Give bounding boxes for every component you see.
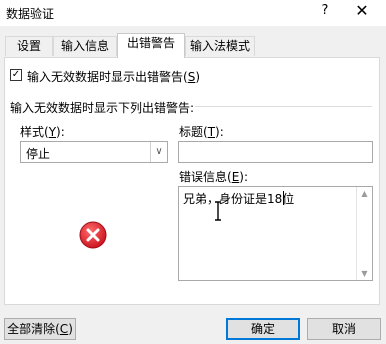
- dialog-title: 数据验证: [6, 7, 55, 21]
- error-message-textarea[interactable]: 兄弟，身份证是18位 ▲ ▼: [178, 186, 373, 281]
- scroll-up-icon[interactable]: ▲: [357, 189, 372, 198]
- clear-all-button[interactable]: 全部清除(C): [4, 318, 76, 340]
- title-input[interactable]: [178, 141, 373, 163]
- style-label: 样式(Y):: [20, 125, 65, 139]
- chevron-down-icon[interactable]: ∨: [150, 142, 167, 162]
- tab-settings[interactable]: 设置: [5, 36, 53, 56]
- help-button[interactable]: ?: [318, 3, 332, 18]
- tab-input-message[interactable]: 输入信息: [53, 36, 117, 56]
- vertical-scrollbar[interactable]: ▲ ▼: [356, 187, 372, 280]
- stop-error-icon: [79, 221, 107, 249]
- style-select[interactable]: 停止 ∨: [20, 141, 168, 163]
- style-select-value: 停止: [26, 147, 51, 161]
- tab-error-alert[interactable]: 出错警告: [117, 33, 185, 58]
- title-label: 标题(T):: [179, 125, 224, 139]
- cancel-button[interactable]: 取消: [307, 318, 381, 340]
- close-button[interactable]: ✕: [352, 1, 372, 20]
- error-message-label: 错误信息(E):: [179, 170, 249, 184]
- show-error-alert-label[interactable]: 输入无效数据时显示出错警告(S): [27, 68, 200, 85]
- show-error-alert-checkbox[interactable]: ✓: [10, 69, 22, 81]
- text-caret: [283, 191, 284, 205]
- text-cursor-icon: [215, 201, 221, 221]
- scroll-down-icon[interactable]: ▼: [357, 269, 372, 278]
- tab-ime-mode[interactable]: 输入法模式: [185, 36, 255, 56]
- alert-group-label: 输入无效数据时显示下列出错警告:: [10, 101, 195, 115]
- ok-button[interactable]: 确定: [226, 318, 300, 340]
- error-message-text: 兄弟，身份证是18位: [183, 192, 295, 206]
- group-divider: [195, 106, 372, 107]
